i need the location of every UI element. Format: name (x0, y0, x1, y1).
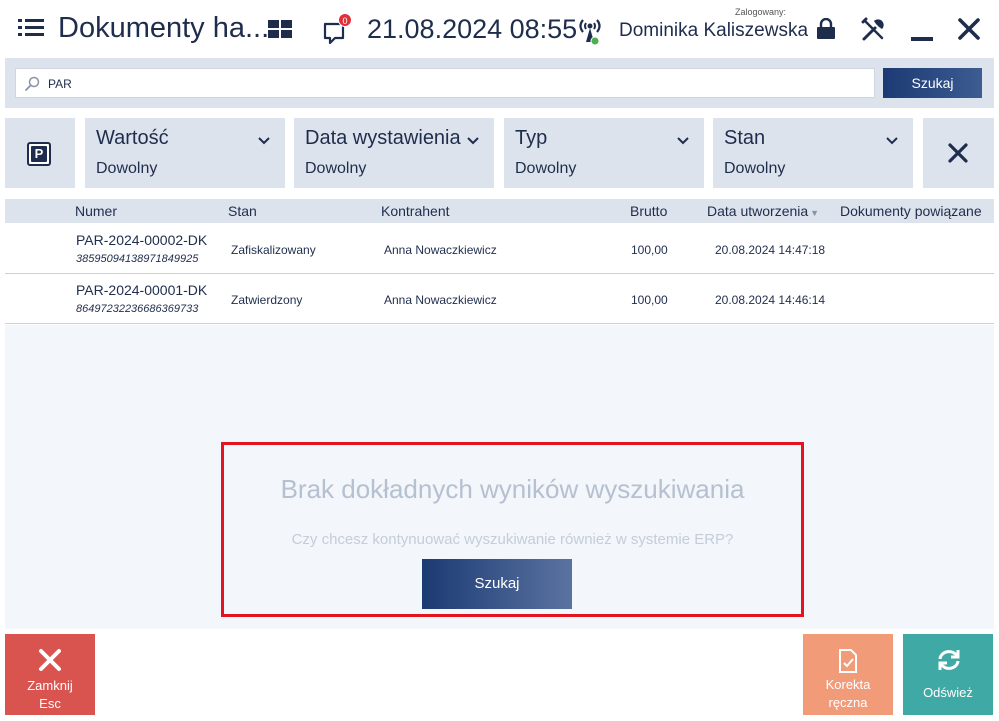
filter-data-wystawienia[interactable]: Data wystawienia Dowolny (294, 118, 494, 188)
doc-number: PAR-2024-00002-DK (76, 232, 208, 248)
filter-label: Wartość (96, 127, 169, 149)
close-shortcut: Esc (39, 696, 61, 711)
filter-value: Dowolny (515, 160, 577, 177)
search-input[interactable]: PAR (15, 68, 875, 98)
column-header-kontrahent[interactable]: Kontrahent (381, 203, 450, 219)
doc-date: 20.08.2024 14:46:14 (715, 293, 826, 307)
column-header-label: Data utworzenia (707, 203, 809, 219)
filter-label: Data wystawienia (305, 127, 461, 149)
filter-label: Typ (515, 127, 548, 149)
manual-correction-button[interactable]: Korekta ręczna (803, 634, 893, 715)
filter-typ[interactable]: Typ Dowolny (504, 118, 704, 188)
chevron-down-icon (467, 137, 479, 145)
filter-label: Stan (724, 127, 766, 149)
doc-number: PAR-2024-00001-DK (76, 282, 208, 298)
search-value: PAR (48, 77, 72, 91)
close-icon (948, 143, 968, 163)
filter-stan[interactable]: Stan Dowolny (713, 118, 913, 188)
close-window-icon[interactable] (956, 16, 982, 42)
page-title: Dokumenty ha... (58, 12, 270, 44)
doc-customer: Anna Nowaczkiewicz (384, 243, 497, 257)
menu-icon[interactable] (18, 18, 44, 38)
close-label: Zamknij (27, 678, 73, 693)
filter-value: Dowolny (724, 160, 786, 177)
parking-icon: P (27, 142, 51, 166)
filter-value: Dowolny (305, 160, 367, 177)
lock-icon[interactable] (815, 18, 837, 40)
datetime: 21.08.2024 08:55 (367, 14, 578, 44)
close-button[interactable]: Zamknij Esc (5, 634, 95, 715)
header-bar: Dokumenty ha... 0 21.08.2024 08:55 Zalog… (0, 0, 999, 58)
search-button[interactable]: Szukaj (883, 68, 982, 98)
minimize-button[interactable] (911, 37, 933, 41)
doc-customer: Anna Nowaczkiewicz (384, 293, 497, 307)
search-bar: PAR Szukaj (5, 58, 994, 108)
user-name: Dominika Kaliszewska (619, 20, 809, 41)
sort-desc-icon: ▼ (810, 208, 820, 218)
doc-date: 20.08.2024 14:47:18 (715, 243, 826, 257)
doc-code: 86497232236686369733 (76, 303, 199, 315)
erp-search-button[interactable]: Szukaj (422, 559, 572, 609)
close-icon (39, 649, 61, 671)
table-row[interactable]: PAR-2024-00001-DK 86497232236686369733 Z… (5, 274, 994, 324)
search-icon (25, 76, 40, 91)
chevron-down-icon (886, 137, 898, 145)
column-header-brutto[interactable]: Brutto (630, 203, 667, 219)
doc-code: 38595094138971849925 (76, 253, 199, 265)
no-results-panel: Brak dokładnych wyników wyszukiwania Czy… (221, 442, 804, 617)
doc-status: Zafiskalizowany (231, 243, 316, 257)
filter-value: Dowolny (96, 160, 158, 177)
no-results-subtitle: Czy chcesz kontynuować wyszukiwanie równ… (291, 531, 734, 548)
parking-filter-button[interactable]: P (5, 118, 75, 188)
doc-gross: 100,00 (631, 243, 668, 257)
column-header-numer[interactable]: Numer (75, 203, 117, 219)
refresh-label: Odśwież (923, 685, 973, 700)
tiles-icon[interactable] (268, 20, 292, 38)
doc-gross: 100,00 (631, 293, 668, 307)
connection-icon (579, 19, 601, 46)
korekta-label-line2: ręczna (828, 695, 868, 710)
korekta-label-line1: Korekta (825, 677, 871, 692)
clear-filters-button[interactable] (923, 118, 994, 188)
no-results-title: Brak dokładnych wyników wyszukiwania (280, 474, 745, 504)
column-header-data[interactable]: Data utworzenia ▼ (707, 203, 819, 219)
filters-bar: P Wartość Dowolny Data wystawienia Dowol… (0, 118, 999, 188)
tools-icon[interactable] (860, 17, 886, 43)
table-header: Numer Stan Kontrahent Brutto Data utworz… (5, 199, 994, 223)
column-header-stan[interactable]: Stan (228, 203, 257, 219)
column-header-dokumenty[interactable]: Dokumenty powiązane (840, 203, 982, 219)
logged-label: Zalogowany: (735, 7, 787, 17)
notification-badge: 0 (338, 13, 352, 27)
filter-wartosc[interactable]: Wartość Dowolny (85, 118, 285, 188)
refresh-icon (938, 650, 960, 670)
chevron-down-icon (677, 137, 689, 145)
document-check-icon (839, 649, 857, 673)
doc-status: Zatwierdzony (231, 293, 303, 307)
refresh-button[interactable]: Odśwież (903, 634, 993, 715)
table-row[interactable]: PAR-2024-00002-DK 38595094138971849925 Z… (5, 224, 994, 274)
chevron-down-icon (258, 137, 270, 145)
